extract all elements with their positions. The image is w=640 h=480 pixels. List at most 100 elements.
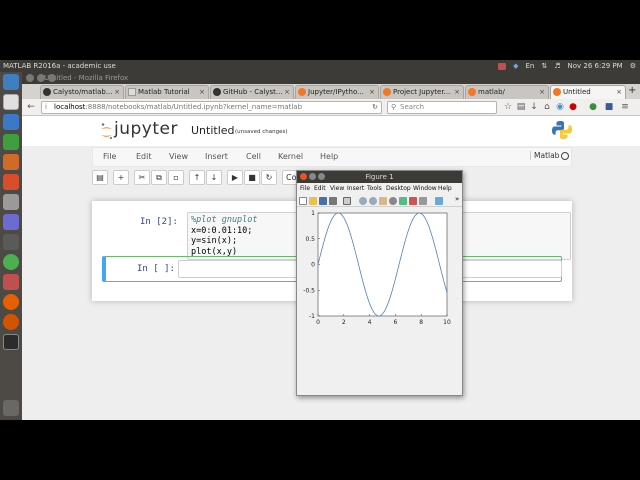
move-up-icon[interactable]: ↑ [189, 170, 205, 185]
dash-icon[interactable] [3, 74, 19, 90]
pan-icon[interactable] [379, 197, 387, 205]
menu-cell[interactable]: Cell [246, 152, 261, 161]
menu-file[interactable]: File [103, 152, 116, 161]
maximize-figure-button[interactable] [318, 173, 325, 180]
tab-project-jupyter[interactable]: Project Jupyter... × [380, 85, 464, 99]
menu-view[interactable]: View [169, 152, 188, 161]
figure-title: Figure 1 [365, 173, 394, 181]
back-icon[interactable]: ← [26, 102, 36, 112]
tab-untitled[interactable]: Untitled × [550, 85, 626, 99]
stop-icon[interactable]: ■ [244, 170, 260, 185]
toolbar-overflow-icon[interactable]: » [455, 195, 459, 203]
fig-menu-help[interactable]: Help [438, 183, 452, 194]
chrome-icon[interactable] [3, 254, 19, 270]
plot-tools-icon[interactable] [435, 197, 443, 205]
close-tab-icon[interactable]: × [539, 86, 545, 98]
fig-menu-edit[interactable]: Edit [314, 183, 326, 194]
network-icon[interactable]: ⇅ [541, 60, 547, 72]
minimize-window-button[interactable] [37, 74, 45, 82]
reading-list-icon[interactable]: ▤ [516, 102, 526, 112]
close-figure-button[interactable] [300, 173, 307, 180]
data-cursor-icon[interactable] [399, 197, 407, 205]
matlab-icon[interactable] [3, 274, 19, 290]
fig-menu-tools[interactable]: Tools [367, 183, 382, 194]
vm-icon[interactable] [3, 214, 19, 230]
paste-icon[interactable]: ▫ [168, 170, 184, 185]
evernote-icon[interactable]: ● [588, 102, 598, 112]
settings-icon[interactable] [3, 194, 19, 210]
copy-icon[interactable]: ⧉ [151, 170, 167, 185]
tab-matlab-tutorial[interactable]: Matlab Tutorial × [125, 85, 209, 99]
trash-icon[interactable] [3, 400, 19, 416]
close-tab-icon[interactable]: × [284, 86, 290, 98]
jupyter-logo-icon[interactable] [100, 122, 113, 140]
brush-icon[interactable] [409, 197, 417, 205]
menu-edit[interactable]: Edit [136, 152, 152, 161]
downloads-icon[interactable]: ↓ [529, 102, 539, 112]
jupyter-logo-text[interactable]: jupyter [114, 119, 178, 139]
search-bar[interactable]: ⚲ Search [387, 101, 497, 114]
close-tab-icon[interactable]: × [114, 86, 120, 98]
calc-icon[interactable] [3, 134, 19, 150]
notebook-name[interactable]: Untitled [191, 124, 235, 137]
minimize-figure-button[interactable] [309, 173, 316, 180]
close-window-button[interactable] [26, 74, 34, 82]
matlab-tray-icon[interactable] [498, 62, 507, 70]
close-tab-icon[interactable]: × [369, 86, 375, 98]
tab-github[interactable]: GitHub - Calyst... × [210, 85, 294, 99]
add-cell-icon[interactable]: + [113, 170, 129, 185]
clock[interactable]: Nov 26 6:29 PM [567, 60, 622, 72]
link-icon[interactable] [419, 197, 427, 205]
terminal-icon[interactable] [3, 334, 19, 350]
print-icon[interactable] [329, 197, 337, 205]
edit-plot-icon[interactable] [343, 197, 351, 205]
tab-jupyter-ipython[interactable]: Jupyter/IPytho... × [295, 85, 379, 99]
bookmark-star-icon[interactable]: ☆ [503, 102, 513, 112]
firefox-icon[interactable] [3, 294, 19, 310]
home-icon[interactable]: ⌂ [542, 102, 552, 112]
volume-icon[interactable]: ♬ [554, 60, 560, 72]
save-figure-icon[interactable] [319, 197, 327, 205]
keyboard-icon[interactable]: En [525, 60, 534, 72]
tab-calysto[interactable]: Calysto/matlab... × [40, 85, 124, 99]
close-tab-icon[interactable]: × [199, 86, 205, 98]
rotate-icon[interactable] [389, 197, 397, 205]
power-icon[interactable]: ⚙ [630, 60, 636, 72]
fig-menu-insert[interactable]: Insert [347, 183, 364, 194]
fig-menu-window[interactable]: Window [413, 183, 437, 194]
open-file-icon[interactable] [309, 197, 317, 205]
menu-help[interactable]: Help [320, 152, 338, 161]
fig-menu-file[interactable]: File [300, 183, 310, 194]
menu-insert[interactable]: Insert [205, 152, 228, 161]
close-tab-icon[interactable]: × [616, 86, 622, 98]
cut-icon[interactable]: ✂ [134, 170, 150, 185]
social-icon[interactable]: ■ [604, 102, 614, 112]
menu-kernel[interactable]: Kernel [278, 152, 303, 161]
zoom-in-icon[interactable] [359, 197, 367, 205]
kernel-indicator[interactable]: Matlab [530, 151, 559, 160]
tab-matlab-folder[interactable]: matlab/ × [465, 85, 549, 99]
extension-icon[interactable]: ● [568, 102, 578, 112]
software-center-icon[interactable] [3, 174, 19, 190]
ff-dev-icon[interactable] [3, 314, 19, 330]
restart-icon[interactable]: ↻ [261, 170, 277, 185]
sublime-icon[interactable] [3, 234, 19, 250]
new-tab-icon[interactable]: + [628, 85, 636, 96]
hamburger-menu-icon[interactable]: ≡ [620, 102, 630, 112]
save-icon[interactable]: ▤ [92, 170, 108, 185]
run-icon[interactable]: ▶ [227, 170, 243, 185]
fig-menu-desktop[interactable]: Desktop [386, 183, 411, 194]
new-figure-icon[interactable] [299, 197, 307, 205]
reload-icon[interactable]: ↻ [372, 102, 378, 113]
dropbox-icon[interactable]: ◆ [513, 60, 518, 72]
pocket-icon[interactable]: ◉ [555, 102, 565, 112]
fig-menu-view[interactable]: View [330, 183, 344, 194]
files-icon[interactable] [3, 94, 19, 110]
impress-icon[interactable] [3, 154, 19, 170]
maximize-window-button[interactable] [48, 74, 56, 82]
zoom-out-icon[interactable] [369, 197, 377, 205]
url-bar[interactable]: i localhost:8888/notebooks/matlab/Untitl… [41, 101, 382, 114]
close-tab-icon[interactable]: × [454, 86, 460, 98]
move-down-icon[interactable]: ↓ [206, 170, 222, 185]
writer-icon[interactable] [3, 114, 19, 130]
